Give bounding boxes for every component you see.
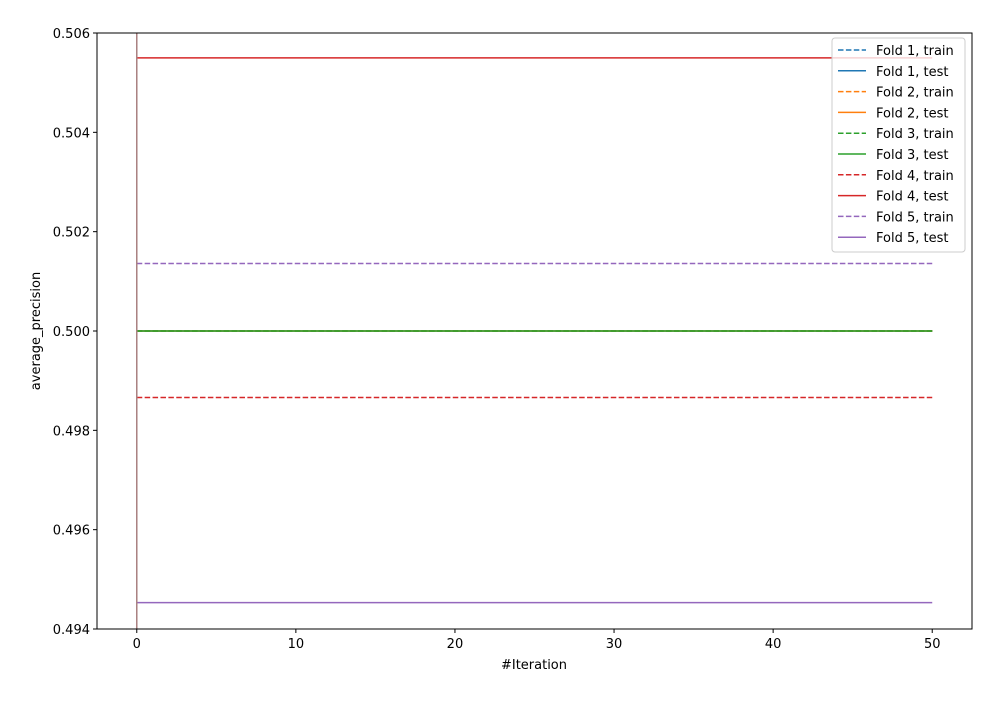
legend-label: Fold 5, test: [876, 231, 948, 246]
y-tick-label: 0.500: [53, 325, 90, 340]
plot-lines: [136, 33, 933, 629]
y-tick-label: 0.494: [53, 623, 90, 638]
y-ticks: 0.494 0.496 0.498 0.500 0.502 0.504 0.506: [53, 27, 97, 638]
legend: Fold 1, train Fold 1, test Fold 2, train Fo…: [831, 37, 966, 253]
legend-label: Fold 5, train: [876, 210, 954, 225]
x-tick-label: 30: [606, 637, 623, 652]
y-tick-label: 0.496: [53, 524, 90, 539]
legend-label: Fold 4, train: [876, 169, 954, 184]
legend-label: Fold 2, test: [876, 106, 948, 121]
x-ticks: 0 10 20 30 40 50: [133, 629, 941, 652]
legend-label: Fold 1, train: [876, 44, 954, 59]
y-axis-label: average_precision: [29, 272, 44, 390]
legend-label: Fold 2, train: [876, 86, 954, 101]
x-axis-label: #Iteration: [501, 658, 567, 673]
y-tick-label: 0.502: [53, 226, 90, 241]
legend-label: Fold 1, test: [876, 65, 948, 80]
legend-label: Fold 3, test: [876, 148, 948, 163]
x-tick-label: 50: [924, 637, 941, 652]
x-tick-label: 40: [765, 637, 782, 652]
x-tick-label: 10: [288, 637, 305, 652]
y-tick-label: 0.506: [53, 27, 90, 42]
legend-label: Fold 3, train: [876, 127, 954, 142]
x-tick-label: 0: [133, 637, 141, 652]
y-tick-label: 0.504: [53, 126, 90, 141]
chart: 0 10 20 30 40 50 0.494 0.496 0.498 0.500 0.502 0.5…: [29, 27, 973, 673]
x-tick-label: 20: [447, 637, 464, 652]
legend-label: Fold 4, test: [876, 190, 948, 205]
y-tick-label: 0.498: [53, 424, 90, 439]
